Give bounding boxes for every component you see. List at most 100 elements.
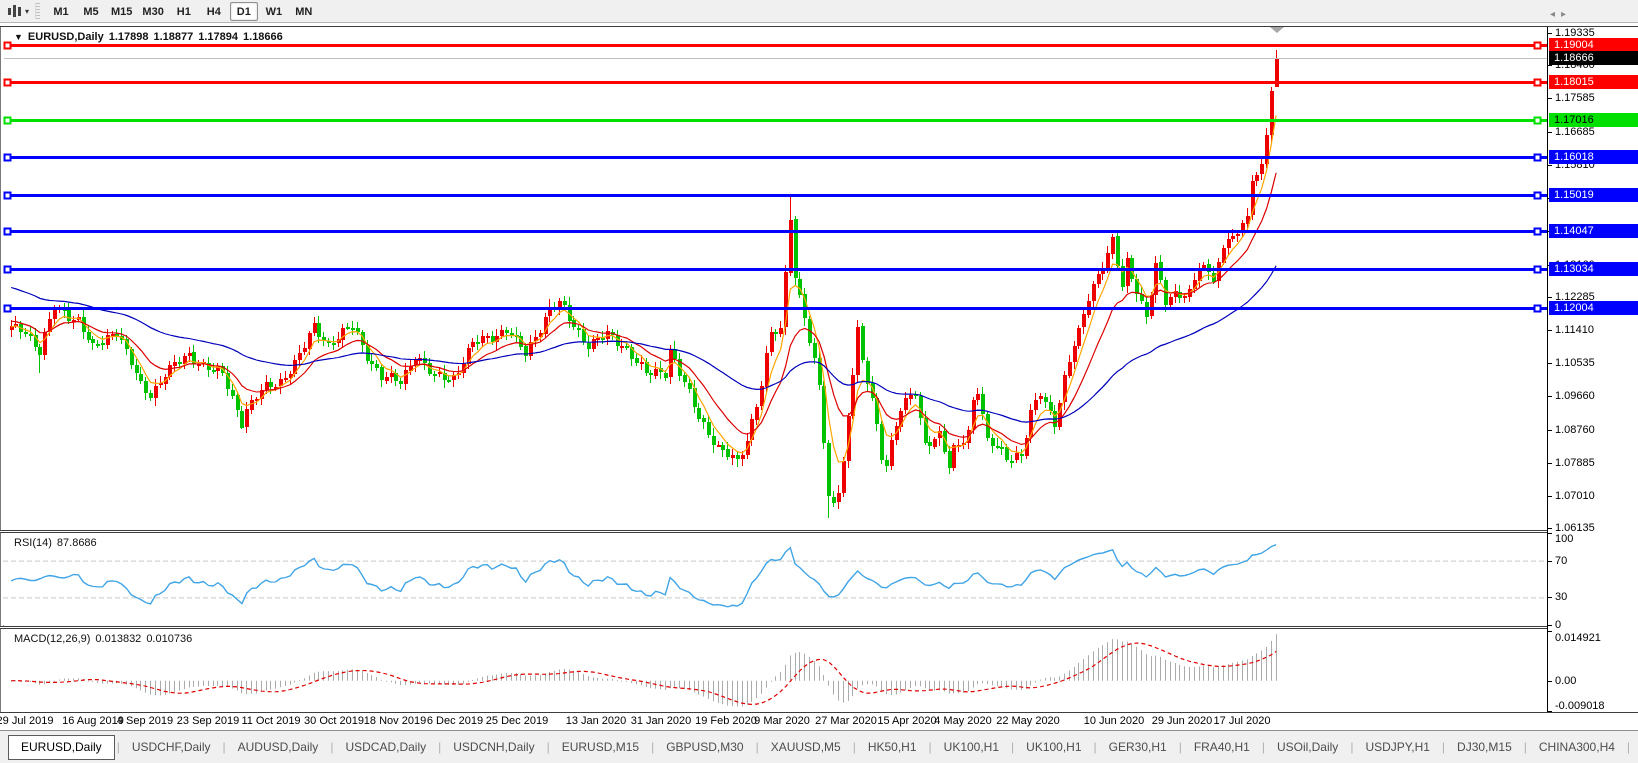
price-tick xyxy=(1547,396,1552,397)
timeframe-toolbar: ▾ M1 M5 M15 M30 H1 H4 D1 W1 MN xyxy=(0,0,1638,23)
timeframe-button-w1[interactable]: W1 xyxy=(260,2,288,21)
chart-tab-audusd-daily[interactable]: AUDUSD,Daily xyxy=(226,734,331,760)
hline-price-label[interactable]: 1.14047 xyxy=(1549,224,1638,238)
hline-price-label[interactable]: 1.12004 xyxy=(1549,301,1638,315)
date-label: 6 Dec 2019 xyxy=(427,715,483,727)
chart-tab-uk100-h1[interactable]: UK100,H1 xyxy=(1014,734,1093,760)
chart-tool-dropdown-icon[interactable]: ▾ xyxy=(25,7,29,16)
price-tick-label: 1.08760 xyxy=(1555,424,1595,436)
time-axis[interactable]: 29 Jul 201916 Aug 20194 Sep 201923 Sep 2… xyxy=(0,713,1638,730)
symbol-period-label: EURUSD,Daily xyxy=(28,31,104,43)
macd-tick-label: 0.014921 xyxy=(1555,632,1601,644)
price-tick xyxy=(1547,98,1552,99)
timeframe-button-mn[interactable]: MN xyxy=(290,2,318,21)
chart-tab-gbpusd-m30[interactable]: GBPUSD,M30 xyxy=(654,734,755,760)
date-label: 29 Jun 2020 xyxy=(1152,715,1213,727)
price-axis[interactable]: 1.193351.184601.175851.166851.158101.149… xyxy=(1547,27,1638,712)
hline-price-label[interactable]: 1.13034 xyxy=(1549,262,1638,276)
macd-tick xyxy=(1547,681,1552,682)
chart-tab-usdcnh-daily[interactable]: USDCNH,Daily xyxy=(441,734,546,760)
date-label: 10 Jun 2020 xyxy=(1084,715,1145,727)
rsi-panel-canvas[interactable] xyxy=(3,533,1547,625)
close-value: 1.18666 xyxy=(243,31,283,43)
rsi-tick xyxy=(1547,625,1552,626)
price-tick-label: 1.17585 xyxy=(1555,92,1595,104)
chart-ohlc-header: ▼ EURUSD,Daily 1.17898 1.18877 1.17894 1.1866… xyxy=(14,31,283,43)
timeframe-button-h1[interactable]: H1 xyxy=(170,2,198,21)
price-tick xyxy=(1547,165,1552,166)
timeframe-button-m30[interactable]: M30 xyxy=(138,2,167,21)
price-tick-label: 1.10535 xyxy=(1555,357,1595,369)
chart-tab-usdcad-daily[interactable]: USDCAD,Daily xyxy=(333,734,438,760)
timeframe-button-d1[interactable]: D1 xyxy=(230,2,258,21)
symbol-dropdown-icon[interactable]: ▼ xyxy=(14,32,23,42)
date-label: 13 Jan 2020 xyxy=(566,715,627,727)
date-label: 27 Mar 2020 xyxy=(815,715,877,727)
macd-panel-canvas[interactable] xyxy=(3,629,1547,712)
date-label: 18 Nov 2019 xyxy=(364,715,426,727)
price-tick xyxy=(1547,297,1552,298)
hline-price-label[interactable]: 1.17016 xyxy=(1549,113,1638,127)
hline-price-label[interactable]: 1.16018 xyxy=(1549,150,1638,164)
tab-scroll-right-icon[interactable]: ▸ xyxy=(1561,9,1572,20)
timeframe-button-m15[interactable]: M15 xyxy=(107,2,136,21)
date-label: 31 Jan 2020 xyxy=(631,715,692,727)
date-label: 29 Jul 2019 xyxy=(0,715,53,727)
chart-tab-bar: EURUSD,Daily|USDCHF,Daily|AUDUSD,Daily|U… xyxy=(0,730,1638,763)
chart-shift-marker-icon[interactable] xyxy=(1270,27,1284,33)
rsi-tick-label: 30 xyxy=(1555,591,1567,603)
chart-tab-eurusd-m15[interactable]: EURUSD,M15 xyxy=(550,734,651,760)
tab-scroll-left-icon[interactable]: ◂ xyxy=(1550,9,1561,20)
rsi-tick-label: 70 xyxy=(1555,555,1567,567)
price-tick xyxy=(1547,330,1552,331)
open-value: 1.17898 xyxy=(109,31,149,43)
date-label: 25 Dec 2019 xyxy=(486,715,548,727)
chart-tab-dj30-m15[interactable]: DJ30,M15 xyxy=(1445,734,1524,760)
chart-tab-usdjpy-h1[interactable]: USDJPY,H1 xyxy=(1353,734,1441,760)
chart-tab-ger30-h1[interactable]: GER30,H1 xyxy=(1097,734,1179,760)
hline-price-label[interactable]: 1.15019 xyxy=(1549,188,1638,202)
date-label: 16 Aug 2019 xyxy=(62,715,124,727)
rsi-indicator-label: RSI(14)87.8686 xyxy=(14,537,97,549)
macd-tick-label: 0.00 xyxy=(1555,675,1576,687)
chart-tab-china300-h4[interactable]: CHINA300,H4 xyxy=(1527,734,1627,760)
hline-price-label[interactable]: 1.18015 xyxy=(1549,75,1638,89)
price-tick xyxy=(1547,65,1552,66)
current-price-label: 1.18666 xyxy=(1549,51,1638,65)
macd-tick-label: -0.009018 xyxy=(1555,700,1605,712)
price-tick-label: 1.07010 xyxy=(1555,490,1595,502)
date-label: 17 Jul 2020 xyxy=(1214,715,1271,727)
price-tick xyxy=(1547,430,1552,431)
price-tick-label: 1.07885 xyxy=(1555,457,1595,469)
high-value: 1.18877 xyxy=(153,31,193,43)
date-label: 11 Oct 2019 xyxy=(241,715,300,727)
price-chart-canvas[interactable] xyxy=(3,27,1547,531)
macd-indicator-label: MACD(12,26,9)0.0138320.010736 xyxy=(14,633,192,645)
rsi-tick-label: 100 xyxy=(1555,533,1573,545)
price-tick xyxy=(1547,463,1552,464)
date-label: 19 Feb 2020 xyxy=(695,715,757,727)
macd-tick xyxy=(1547,631,1552,632)
price-tick xyxy=(1547,496,1552,497)
chart-tool-icon[interactable] xyxy=(4,3,24,19)
price-tick-label: 1.19335 xyxy=(1555,27,1595,39)
rsi-current-value: 87.8686 xyxy=(57,537,97,549)
price-tick xyxy=(1547,363,1552,364)
timeframe-button-m5[interactable]: M5 xyxy=(77,2,105,21)
price-tick xyxy=(1547,132,1552,133)
chart-tab-eurusd-daily[interactable]: EURUSD,Daily xyxy=(8,735,115,760)
low-value: 1.17894 xyxy=(198,31,238,43)
timeframe-button-h4[interactable]: H4 xyxy=(200,2,228,21)
date-label: 22 May 2020 xyxy=(996,715,1060,727)
mt4-window: ▾ M1 M5 M15 M30 H1 H4 D1 W1 MN ▼ EURUSD,D… xyxy=(0,0,1638,763)
chart-tab-usoil-daily[interactable]: USOil,Daily xyxy=(1265,734,1350,760)
timeframe-button-m1[interactable]: M1 xyxy=(47,2,75,21)
toolbar-grip-handle[interactable] xyxy=(35,3,40,19)
chart-tab-xauusd-m5[interactable]: XAUUSD,M5 xyxy=(759,734,853,760)
date-label: 4 Sep 2019 xyxy=(117,715,173,727)
chart-tab-fra40-h1[interactable]: FRA40,H1 xyxy=(1182,734,1262,760)
rsi-tick xyxy=(1547,597,1552,598)
chart-tab-usdchf-daily[interactable]: USDCHF,Daily xyxy=(120,734,223,760)
chart-tab-uk100-h1[interactable]: UK100,H1 xyxy=(932,734,1011,760)
chart-tab-hk50-h1[interactable]: HK50,H1 xyxy=(856,734,929,760)
